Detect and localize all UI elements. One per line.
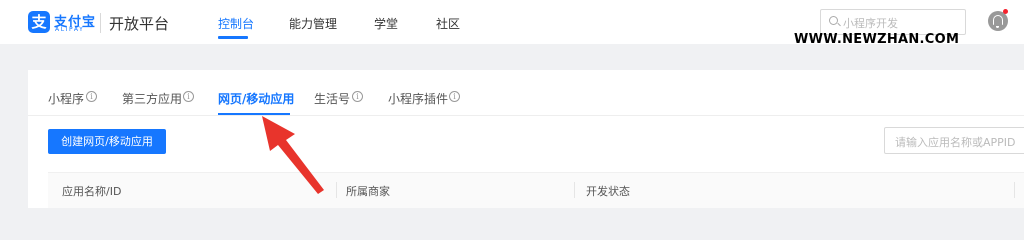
info-icon[interactable]: i [352,91,363,102]
create-web-mobile-app-button[interactable]: 创建网页/移动应用 [48,129,166,154]
column-divider [336,182,337,198]
info-icon[interactable]: i [449,91,460,102]
tab-third-party-app[interactable]: 第三方应用 [122,90,182,107]
info-icon[interactable]: i [86,91,97,102]
unread-badge [1003,9,1008,14]
nav-item-capability-management[interactable]: 能力管理 [289,15,337,32]
nav-active-indicator [218,36,248,39]
nav-item-academy[interactable]: 学堂 [374,15,398,32]
global-search-placeholder: 小程序开发 [843,17,898,30]
column-header-merchant: 所属商家 [346,185,390,198]
notification-button[interactable] [988,11,1008,31]
bell-icon [993,15,1003,28]
search-icon [829,16,838,25]
tab-life-account[interactable]: 生活号 [314,90,350,107]
info-icon[interactable]: i [183,91,194,102]
nav-item-community[interactable]: 社区 [436,15,460,32]
table-header: 应用名称/ID 所属商家 开发状态 操作 [48,172,1024,208]
tab-web-mobile-app[interactable]: 网页/移动应用 [218,90,294,107]
alipay-logo-icon[interactable]: 支 [28,11,50,33]
app-search-placeholder: 请输入应用名称或APPID [895,136,1016,149]
column-divider [1014,182,1015,198]
platform-title: 开放平台 [109,15,170,33]
page: 支 支付宝 ALIPAY 开放平台 控制台 能力管理 学堂 社区 小程序开发 W… [0,0,1024,208]
logo-subtext: ALIPAY [55,26,85,33]
app-list-card: 小程序 i 第三方应用 i 网页/移动应用 生活号 i 小程序插件 i 创建网页… [28,70,1024,208]
tab-divider [28,115,1024,116]
logo-divider [100,13,101,33]
tab-mini-program[interactable]: 小程序 [48,90,84,107]
column-header-dev-status: 开发状态 [586,185,630,198]
watermark-text: WWW.NEWZHAN.COM [794,32,960,47]
column-header-app-name: 应用名称/ID [62,185,122,198]
app-search-input[interactable]: 请输入应用名称或APPID [884,127,1024,154]
column-divider [574,182,575,198]
tab-mini-program-plugin[interactable]: 小程序插件 [388,90,448,107]
nav-item-console[interactable]: 控制台 [218,15,254,32]
